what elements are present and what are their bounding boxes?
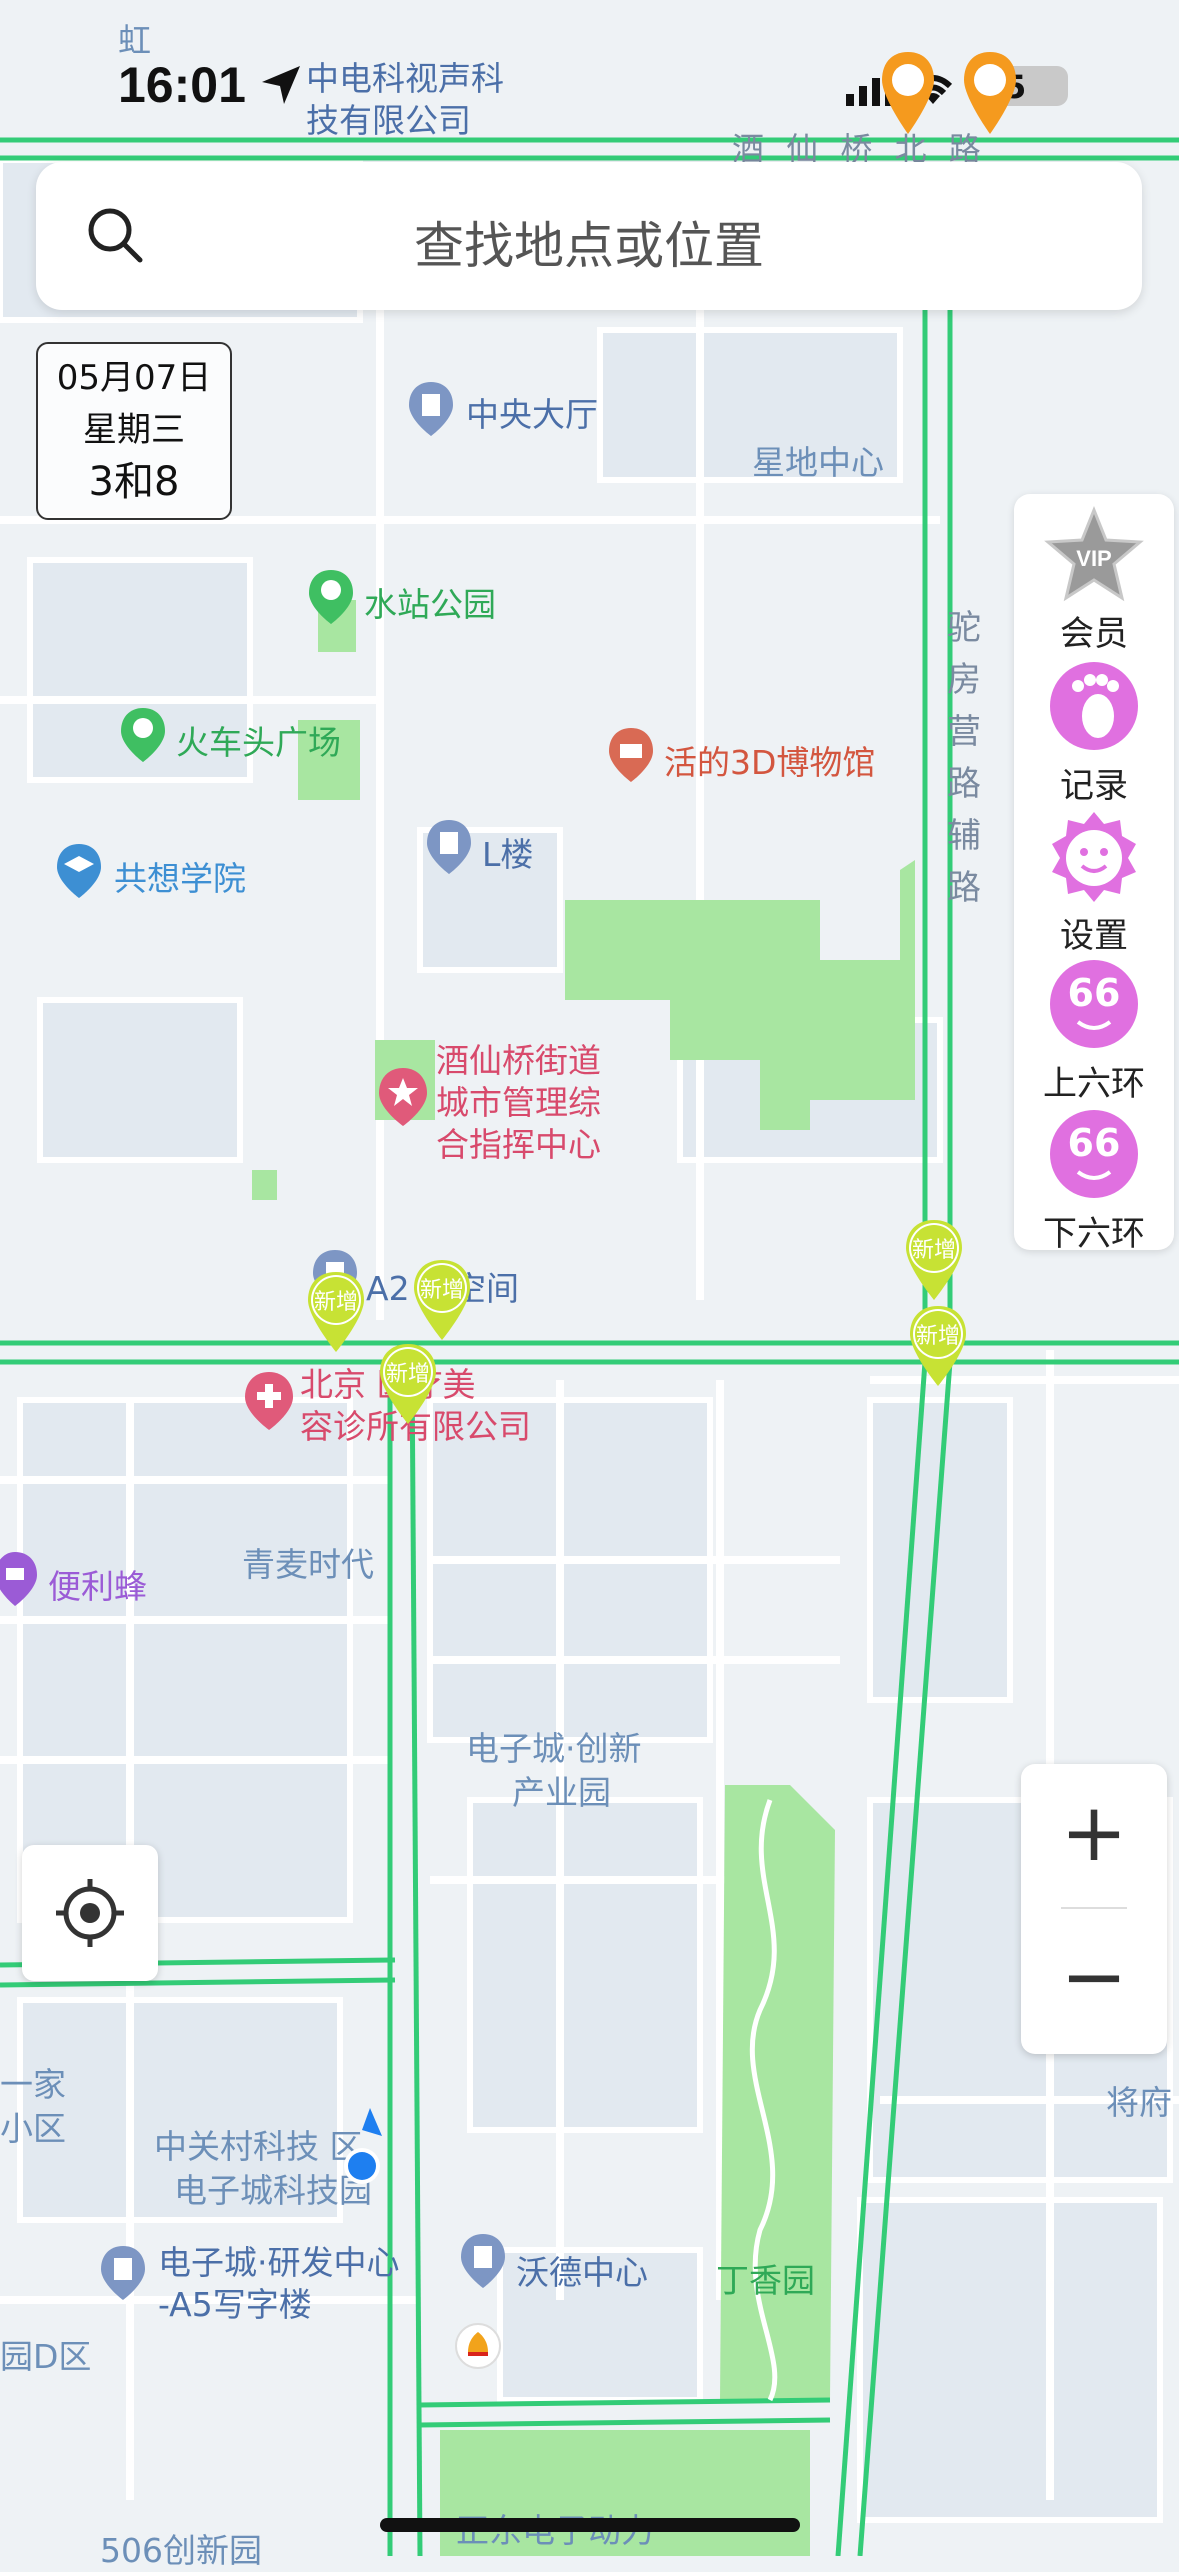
road-char: 路 [947,764,981,804]
toolbar-item-ring-up[interactable]: 66 上六环 [1014,956,1174,1105]
new-camera-marker[interactable]: 新增 [376,1342,440,1426]
new-camera-marker[interactable]: 新增 [906,1304,970,1388]
new-camera-marker[interactable]: 新增 [902,1218,966,1302]
poi-street-center-2[interactable]: 城市管理综 [436,1076,601,1124]
svg-text:VIP: VIP [1076,546,1111,571]
new-marker-label: 新增 [313,1290,358,1315]
new-marker-label: 新增 [915,1324,960,1349]
side-toolbar: VIP 会员 记录 设置 66 上六环 66 下六环 [1014,494,1174,1254]
building-pin-icon[interactable] [98,2244,148,2302]
current-location-icon [344,2108,382,2184]
area-qingmai: 青麦时代 [242,1545,374,1584]
search-placeholder: 查找地点或位置 [414,217,764,275]
road-char: 驼 [947,608,981,648]
government-pin-icon[interactable] [376,1066,430,1128]
toolbar-item-records[interactable]: 记录 [1014,658,1174,807]
svg-text:66: 66 [1068,971,1121,1015]
poi-l-building[interactable]: L楼 [482,828,533,876]
road-char: 房 [947,660,981,700]
school-pin-icon[interactable] [54,842,104,900]
building-pin-icon[interactable] [458,2232,508,2290]
plate-restriction-text: 3和8 [88,459,180,505]
date-restriction-box: 05月07日 星期三 3和8 [36,342,232,520]
home-indicator[interactable] [380,2518,800,2532]
poi-wode[interactable]: 沃德中心 [516,2246,648,2294]
ring-66-up-icon: 66 [1050,960,1138,1048]
poi-street-center-3[interactable]: 合指挥中心 [436,1118,601,1166]
road-label-tuofangying: 驼 房 营 路 辅 路 [942,602,986,914]
poi-gongxiang[interactable]: 共想学院 [114,852,246,900]
poi-street-center-1[interactable]: 酒仙桥街道 [436,1034,601,1082]
date-text: 05月07日 [56,358,212,398]
toolbar-label-ring-down: 下六环 [1043,1214,1145,1254]
new-camera-marker[interactable]: 新增 [304,1270,368,1354]
poi-dingxiang-park[interactable]: 丁香园 [716,2254,815,2302]
new-camera-marker[interactable]: 新增 [410,1258,474,1342]
toolbar-item-ring-down[interactable]: 66 下六环 [1014,1106,1174,1255]
new-marker-label: 新增 [911,1238,956,1263]
museum-pin-icon[interactable] [606,726,656,784]
area-yijia-1: 一家 [0,2065,66,2104]
crosshair-icon [56,1879,124,1947]
area-d-zone: 园D区 [0,2337,92,2376]
poi-bianlifeng[interactable]: 便利蜂 [48,1560,147,1608]
zoom-in-button[interactable]: + [1021,1768,1167,1908]
status-bar: 16:01 5 [0,0,1179,150]
camera-alert-pin-icon [882,52,934,134]
toolbar-label-settings: 设置 [1060,916,1128,956]
zoom-in-label: + [1060,1786,1128,1879]
status-time: 16:01 [118,57,246,113]
park-pin-icon[interactable] [118,706,168,764]
toolbar-item-vip[interactable]: VIP 会员 [1014,505,1174,655]
poi-rd-center-1[interactable]: 电子城·研发中心 [158,2236,400,2284]
poi-3d-museum[interactable]: 活的3D博物馆 [664,736,875,784]
area-etown-1: 电子城·创新 [466,1729,642,1768]
poi-water-park[interactable]: 水站公园 [364,578,496,626]
vip-star-icon: VIP [1044,505,1144,602]
poi-train-square[interactable]: 火车头广场 [176,716,341,764]
new-marker-label: 新增 [419,1278,464,1303]
svg-text:66: 66 [1068,1121,1121,1165]
area-jiangfu: 将府 [1106,2083,1172,2122]
locate-me-button[interactable] [22,1845,158,1981]
road-char: 路 [947,868,981,908]
area-etown-2: 产业园 [512,1773,611,1812]
toolbar-label-vip: 会员 [1060,614,1128,654]
toolbar-label-records: 记录 [1060,766,1128,806]
park-pin-icon[interactable] [306,568,356,626]
building-pin-icon[interactable] [406,380,456,438]
zoom-out-button[interactable]: − [1021,1912,1167,2052]
toolbar-label-ring-up: 上六环 [1043,1064,1145,1104]
area-yijia-2: 小区 [0,2109,66,2148]
zoom-out-label: − [1060,1930,1128,2023]
ring-66-down-icon: 66 [1050,1110,1138,1198]
new-marker-label: 新增 [385,1362,430,1387]
road-char: 辅 [947,816,981,856]
weekday-text: 星期三 [83,410,185,450]
poi-rd-center-2[interactable]: -A5写字楼 [158,2278,312,2326]
zoom-divider [1061,1907,1127,1909]
road-char: 营 [947,712,981,752]
area-zgc-1: 中关村科技 区 [154,2127,363,2166]
toolbar-item-settings[interactable]: 设置 [1014,808,1174,957]
location-arrow-icon [262,66,300,104]
smiley-gear-icon [1052,812,1136,902]
zoom-control: + − [1021,1764,1167,2054]
hospital-pin-icon[interactable] [242,1370,296,1432]
search-bar[interactable]: 查找地点或位置 [36,162,1142,310]
building-pin-icon[interactable] [424,818,474,876]
gas-station-icon[interactable] [454,2322,502,2374]
camera-alert-pin-icon [964,52,1016,134]
area-xingdi: 星地中心 [752,443,884,482]
shop-pin-icon[interactable] [0,1550,40,1608]
area-bottom-506: 506创新园 [100,2531,262,2570]
footprint-icon [1050,662,1138,750]
poi-central-hall[interactable]: 中央大厅 [466,388,598,436]
